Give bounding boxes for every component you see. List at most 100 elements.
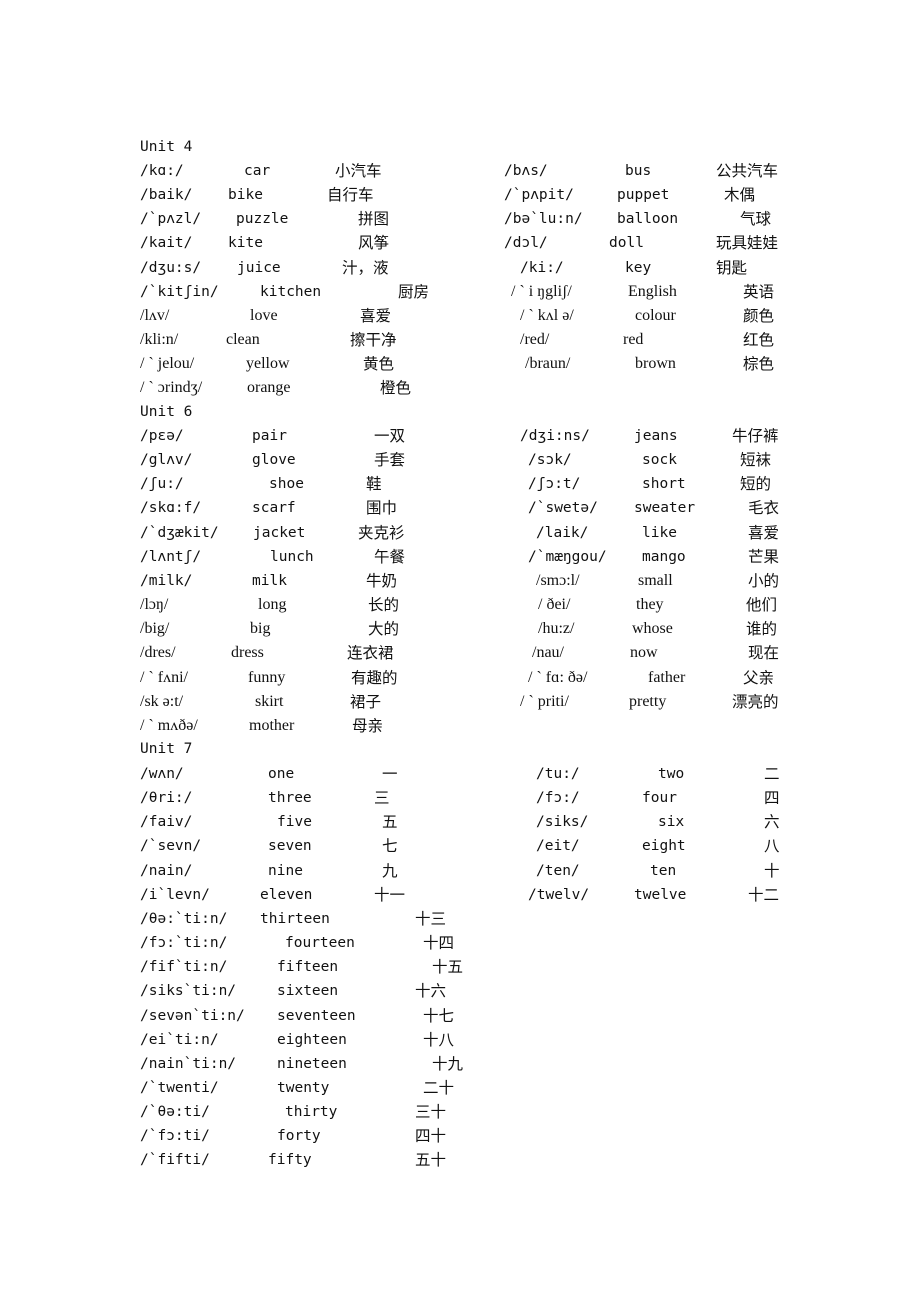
- unit-heading: Unit 7: [140, 741, 193, 757]
- english-word: thirteen: [260, 910, 330, 927]
- chinese-meaning: 气球: [740, 210, 772, 229]
- english-word: balloon: [617, 211, 679, 228]
- chinese-meaning: 风筝: [358, 234, 390, 253]
- phonetic-transcription: /`fifti/: [140, 1152, 210, 1169]
- chinese-meaning: 午餐: [374, 547, 406, 566]
- chinese-meaning: 八: [764, 837, 780, 856]
- chinese-meaning: 喜爱: [748, 523, 780, 542]
- phonetic-transcription: /fif`ti:n/: [140, 959, 228, 976]
- chinese-meaning: 三十: [415, 1103, 447, 1122]
- phonetic-transcription: /`fɔ:ti/: [140, 1128, 210, 1145]
- phonetic-transcription: /θri:/: [140, 790, 193, 807]
- phonetic-transcription: /`twenti/: [140, 1079, 219, 1096]
- chinese-meaning: 漂亮的: [732, 692, 779, 711]
- phonetic-transcription: /kɑ:/: [140, 163, 184, 179]
- english-word: long: [258, 596, 287, 614]
- english-word: four: [642, 790, 677, 807]
- chinese-meaning: 十六: [415, 982, 447, 1001]
- chinese-meaning: 黄色: [363, 355, 395, 374]
- chinese-meaning: 手套: [374, 451, 406, 470]
- phonetic-transcription: / ` mʌðə/: [140, 716, 198, 734]
- english-word: scarf: [252, 500, 296, 517]
- english-word: car: [244, 163, 271, 179]
- english-word: funny: [248, 668, 286, 686]
- english-word: dress: [231, 644, 264, 662]
- phonetic-transcription: /tu:/: [536, 766, 580, 782]
- english-word: jacket: [253, 524, 306, 541]
- chinese-meaning: 汁，液: [342, 258, 389, 277]
- phonetic-transcription: /ki:/: [520, 259, 564, 276]
- phonetic-transcription: /nau/: [532, 644, 564, 662]
- phonetic-transcription: /i`levn/: [140, 886, 210, 903]
- chinese-meaning: 毛衣: [748, 499, 780, 518]
- phonetic-transcription: /glʌv/: [140, 452, 193, 469]
- chinese-meaning: 十八: [423, 1030, 455, 1049]
- chinese-meaning: 十一: [374, 885, 406, 904]
- english-word: six: [658, 814, 685, 831]
- english-word: three: [268, 790, 312, 807]
- phonetic-transcription: /ei`ti:n/: [140, 1031, 219, 1048]
- phonetic-transcription: /eit/: [536, 838, 580, 855]
- chinese-meaning: 喜爱: [360, 306, 392, 325]
- phonetic-transcription: /`sevn/: [140, 838, 202, 855]
- chinese-meaning: 牛奶: [366, 571, 398, 590]
- english-word: whose: [632, 620, 673, 638]
- chinese-meaning: 小的: [748, 571, 780, 590]
- phonetic-transcription: /bʌs/: [504, 163, 548, 179]
- phonetic-transcription: /laik/: [536, 524, 589, 541]
- chinese-meaning: 一双: [374, 427, 406, 445]
- chinese-meaning: 夹克衫: [358, 523, 405, 542]
- chinese-meaning: 母亲: [352, 716, 384, 735]
- chinese-meaning: 谁的: [746, 620, 778, 639]
- english-word: twenty: [277, 1079, 330, 1096]
- english-word: like: [642, 524, 677, 541]
- chinese-meaning: 连衣裙: [347, 644, 394, 663]
- english-word: glove: [252, 452, 296, 469]
- phonetic-transcription: /siks/: [536, 814, 589, 831]
- english-word: yellow: [246, 355, 290, 373]
- phonetic-transcription: /faiv/: [140, 814, 193, 831]
- phonetic-transcription: /`dʒækit/: [140, 524, 219, 541]
- chinese-meaning: 芒果: [748, 547, 780, 566]
- phonetic-transcription: /twelv/: [528, 886, 590, 903]
- english-word: now: [630, 644, 658, 662]
- chinese-meaning: 现在: [748, 644, 780, 663]
- phonetic-transcription: /baik/: [140, 187, 193, 204]
- phonetic-transcription: /`θə:ti/: [140, 1104, 210, 1121]
- english-word: pair: [252, 428, 287, 444]
- vocabulary-document: Unit 4/kɑ:/ car 小汽车/baik/bike 自行车 /`pʌzl/puz…: [0, 0, 920, 1302]
- phonetic-transcription: /big/: [140, 620, 170, 638]
- phonetic-transcription: /fɔ:/: [536, 790, 580, 807]
- english-word: brown: [635, 355, 676, 373]
- phonetic-transcription: /smɔ:l/: [536, 571, 580, 589]
- english-word: nine: [268, 862, 303, 879]
- chinese-meaning: 钥匙: [716, 258, 748, 277]
- english-word: mother: [249, 716, 295, 734]
- english-word: bus: [625, 163, 652, 179]
- phonetic-transcription: /ʃɔ:t/: [528, 476, 581, 493]
- english-word: eleven: [260, 886, 313, 903]
- phonetic-transcription: /milk/: [140, 572, 193, 589]
- english-word: father: [648, 668, 686, 686]
- chinese-meaning: 五十: [415, 1151, 447, 1170]
- english-word: twelve: [634, 886, 687, 903]
- phonetic-transcription: / ` ɔrindʒ/: [140, 379, 203, 397]
- phonetic-transcription: /braun/: [525, 355, 571, 373]
- english-word: red: [623, 331, 644, 349]
- english-word: orange: [247, 379, 291, 397]
- english-word: jeans: [634, 428, 678, 444]
- phonetic-transcription: /hu:z/: [538, 620, 575, 638]
- phonetic-transcription: /siks`ti:n/: [140, 983, 237, 1000]
- phonetic-transcription: /sevən`ti:n/: [140, 1007, 245, 1024]
- english-word: sixteen: [277, 983, 339, 1000]
- chinese-meaning: 围巾: [366, 499, 398, 518]
- phonetic-transcription: /`mæŋgou/: [528, 548, 607, 565]
- phonetic-transcription: /`pʌzl/: [140, 211, 202, 228]
- english-word: forty: [277, 1128, 321, 1145]
- english-word: puppet: [617, 187, 670, 204]
- chinese-meaning: 裙子: [350, 692, 382, 711]
- chinese-meaning: 英语: [743, 282, 775, 301]
- english-word: milk: [252, 572, 287, 589]
- chinese-meaning: 红色: [743, 331, 775, 350]
- chinese-meaning: 十九: [432, 1054, 464, 1073]
